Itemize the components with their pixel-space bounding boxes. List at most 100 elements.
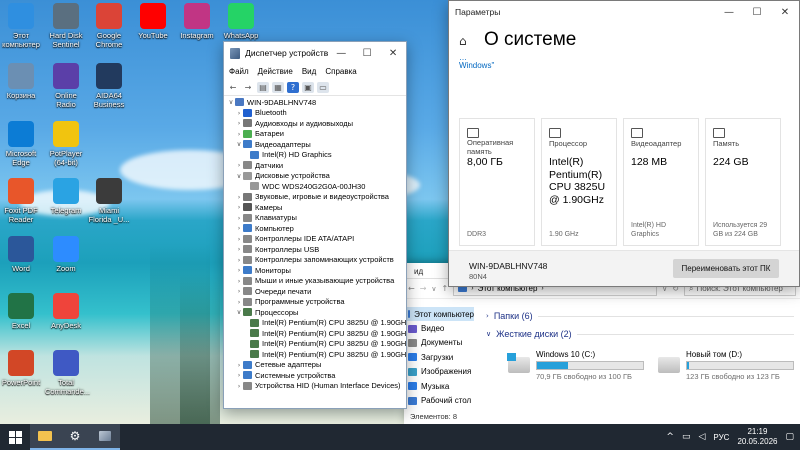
device-category[interactable]: › Устройства HID (Human Interface Devices… xyxy=(224,381,406,392)
collapse-arrow-icon[interactable]: › xyxy=(235,235,243,243)
device-item[interactable]: Intel(R) Pentium(R) CPU 3825U @ 1.90GHz xyxy=(224,328,406,339)
desktop-icon[interactable]: Miami Florida _U... xyxy=(88,178,130,224)
device-category[interactable]: › Системные устройства xyxy=(224,370,406,381)
collapse-arrow-icon[interactable]: › xyxy=(235,298,243,306)
minimize-button[interactable]: — xyxy=(715,1,743,23)
collapse-arrow-icon[interactable]: › xyxy=(235,119,243,127)
collapse-arrow-icon[interactable]: › xyxy=(235,287,243,295)
nav-item[interactable]: Рабочий стол xyxy=(404,393,474,407)
desktop-icon[interactable]: Telegram xyxy=(45,178,87,215)
desktop-icon[interactable]: Instagram xyxy=(176,3,218,40)
drive-c[interactable]: Windows 10 (C:) 70,9 ГБ свободно из 100 … xyxy=(507,347,658,383)
device-category[interactable]: ∨ Видеоадаптеры xyxy=(224,139,406,150)
desktop-icon[interactable]: Корзина xyxy=(0,63,42,100)
nav-item[interactable]: Видео xyxy=(404,321,474,335)
collapse-arrow-icon[interactable]: › xyxy=(235,266,243,274)
collapse-arrow-icon[interactable]: › xyxy=(235,361,243,369)
desktop-icon[interactable]: Zoom xyxy=(45,236,87,273)
desktop-icon[interactable]: Этот компьютер xyxy=(0,3,42,49)
tab-view[interactable]: ид xyxy=(408,267,429,278)
menu-view[interactable]: Вид xyxy=(302,67,316,76)
desktop-icon[interactable]: Microsoft Edge xyxy=(0,121,42,167)
group-folders[interactable]: › Папки (6) xyxy=(480,307,800,325)
collapse-arrow-icon[interactable]: › xyxy=(235,256,243,264)
nav-item[interactable]: Музыка xyxy=(404,379,474,393)
collapse-arrow-icon[interactable]: › xyxy=(235,161,243,169)
device-category[interactable]: ∨ Дисковые устройства xyxy=(224,171,406,182)
view-icon[interactable]: ▦ xyxy=(272,81,284,93)
minimize-button[interactable]: — xyxy=(328,42,354,64)
device-manager-window[interactable]: Диспетчер устройств — ☐ ✕ Файл Действие … xyxy=(223,41,407,409)
collapse-arrow-icon[interactable]: › xyxy=(235,214,243,222)
device-category[interactable]: › Клавиатуры xyxy=(224,213,406,224)
taskbar-explorer[interactable] xyxy=(30,424,60,450)
forward-arrow-icon[interactable]: → xyxy=(242,82,254,93)
expand-arrow-icon[interactable]: ∨ xyxy=(235,140,243,148)
file-explorer-window[interactable]: ид ← → ∨ ↑ › Этот компьютер › ∨ ↻ ⌕ Поис… xyxy=(404,263,800,424)
desktop-icon[interactable]: PotPlayer (64-bit) xyxy=(45,121,87,167)
menu-help[interactable]: Справка xyxy=(325,67,356,76)
collapse-arrow-icon[interactable]: › xyxy=(235,130,243,138)
device-category[interactable]: › Контроллеры USB xyxy=(224,244,406,255)
device-category[interactable]: › Сетевые адаптеры xyxy=(224,360,406,371)
recent-dropdown-icon[interactable]: ∨ xyxy=(431,285,436,293)
rename-pc-button[interactable]: Переименовать этот ПК xyxy=(673,259,779,278)
network-icon[interactable]: ▭ xyxy=(682,432,691,442)
device-category[interactable]: ∨ Процессоры xyxy=(224,307,406,318)
group-drives[interactable]: ∨ Жесткие диски (2) xyxy=(480,325,800,343)
device-category[interactable]: › Звуковые, игровые и видеоустройства xyxy=(224,192,406,203)
expand-arrow-icon[interactable]: ∨ xyxy=(235,172,243,180)
desktop-icon[interactable]: Hard Disk Sentinel xyxy=(45,3,87,49)
update-driver-icon[interactable]: ▣ xyxy=(302,81,314,93)
collapse-arrow-icon[interactable]: › xyxy=(235,193,243,201)
desktop-icon[interactable]: Excel xyxy=(0,293,42,330)
drive-d[interactable]: Новый том (D:) 123 ГБ свободно из 123 ГБ xyxy=(658,347,800,383)
device-category[interactable]: › Компьютер xyxy=(224,223,406,234)
device-item[interactable]: Intel(R) Pentium(R) CPU 3825U @ 1.90GHz xyxy=(224,349,406,360)
collapse-arrow-icon[interactable]: › xyxy=(235,224,243,232)
nav-item[interactable]: Документы xyxy=(404,336,474,350)
device-item[interactable]: Intel(R) HD Graphics xyxy=(224,150,406,161)
device-item[interactable]: WDC WDS240G2G0A-00JH30 xyxy=(224,181,406,192)
desktop-icon[interactable]: WhatsApp xyxy=(220,3,262,40)
collapse-arrow-icon[interactable]: › xyxy=(235,382,243,390)
menu-file[interactable]: Файл xyxy=(229,67,249,76)
desktop-icon[interactable]: YouTube xyxy=(132,3,174,40)
help-icon[interactable]: ? xyxy=(287,81,299,93)
expand-arrow-icon[interactable]: ∨ xyxy=(227,98,235,106)
desktop-icon[interactable]: Word xyxy=(0,236,42,273)
back-arrow-icon[interactable]: ← xyxy=(408,284,415,293)
clipped-link-text[interactable]: … Windows" xyxy=(449,57,799,75)
back-arrow-icon[interactable]: ← xyxy=(227,82,239,93)
nav-item[interactable]: Этот компьютер xyxy=(404,307,474,322)
settings-window[interactable]: Параметры — ☐ ✕ ⌂ О системе … Windows" О… xyxy=(448,0,800,287)
device-category[interactable]: › Мониторы xyxy=(224,265,406,276)
close-button[interactable]: ✕ xyxy=(380,42,406,64)
chevron-up-icon[interactable]: ^ xyxy=(666,432,674,442)
home-icon[interactable]: ⌂ xyxy=(459,34,472,48)
forward-arrow-icon[interactable]: → xyxy=(420,284,427,293)
taskbar-settings[interactable]: ⚙ xyxy=(60,424,90,450)
device-category[interactable]: › Очереди печати xyxy=(224,286,406,297)
settings-titlebar[interactable]: Параметры — ☐ ✕ xyxy=(449,1,799,23)
device-category[interactable]: › Камеры xyxy=(224,202,406,213)
device-category[interactable]: › Контроллеры IDE ATA/ATAPI xyxy=(224,234,406,245)
volume-icon[interactable]: ◁ xyxy=(698,432,705,442)
device-item[interactable]: Intel(R) Pentium(R) CPU 3825U @ 1.90GHz xyxy=(224,339,406,350)
desktop-icon[interactable]: PowerPoint xyxy=(0,350,42,387)
desktop-icon[interactable]: Foxit PDF Reader xyxy=(0,178,42,224)
desktop-icon[interactable]: Google Chrome xyxy=(88,3,130,49)
taskbar-device-manager[interactable] xyxy=(90,424,120,450)
menu-action[interactable]: Действие xyxy=(258,67,293,76)
notifications-icon[interactable]: ▢ xyxy=(785,432,794,442)
device-manager-titlebar[interactable]: Диспетчер устройств — ☐ ✕ xyxy=(224,42,406,64)
nav-item[interactable]: Изображения xyxy=(404,365,474,379)
device-category[interactable]: › Контроллеры запоминающих устройств xyxy=(224,255,406,266)
properties-icon[interactable]: ▤ xyxy=(257,81,269,93)
maximize-button[interactable]: ☐ xyxy=(743,1,771,23)
desktop-icon[interactable]: Total Commande... xyxy=(45,350,90,396)
scan-hardware-icon[interactable]: ▭ xyxy=(317,81,329,93)
desktop-icon[interactable]: AnyDesk xyxy=(45,293,87,330)
collapse-arrow-icon[interactable]: › xyxy=(235,203,243,211)
desktop-icon[interactable]: Online Radio xyxy=(45,63,87,109)
